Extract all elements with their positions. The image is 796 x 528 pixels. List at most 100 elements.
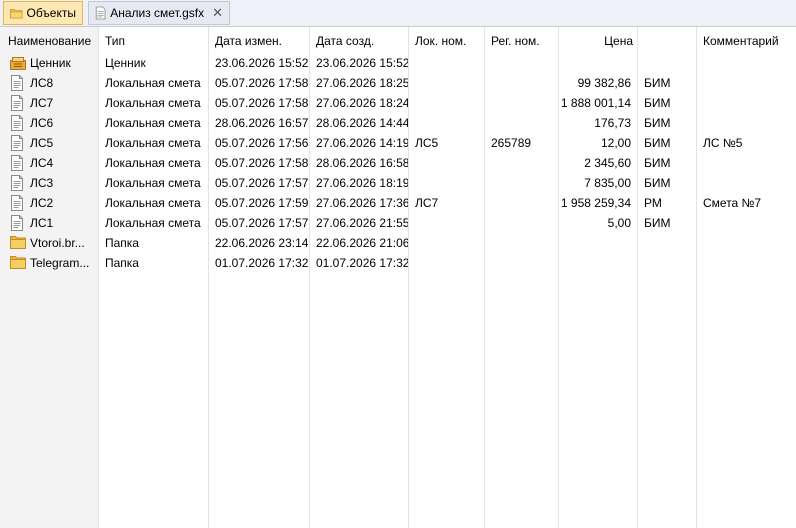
table-row[interactable]: ЛС5 Локальная смета 05.07.2026 17:56 27.06.… [0, 133, 796, 153]
cell-price: 176,73 [594, 116, 631, 130]
document-icon [10, 115, 26, 131]
cell-reg-num [484, 193, 558, 213]
close-icon[interactable]: ✕ [212, 5, 223, 21]
row-name-label: ЛС7 [30, 96, 54, 110]
cell-loc-num [408, 113, 484, 133]
cell-modified: 05.07.2026 17:57 [215, 216, 309, 230]
table-row[interactable]: ЛС3 Локальная смета 05.07.2026 17:57 27.06.… [0, 173, 796, 193]
table-row[interactable]: ЛС2 Локальная смета 05.07.2026 17:59 27.06.… [0, 193, 796, 213]
cell-loc-num [408, 93, 484, 113]
cell-type: Локальная смета [105, 136, 201, 150]
cell-modified: 22.06.2026 23:14 [215, 236, 309, 250]
cell-created: 27.06.2026 18:25 [316, 76, 408, 90]
cell-name: ЛС5 [0, 133, 98, 153]
cell-name: Vtoroi.br... [0, 233, 98, 253]
cell-reg-num [484, 173, 558, 193]
cell-name: Telegram... [0, 253, 98, 273]
cell-type: Ценник [105, 56, 146, 70]
row-name-label: ЛС5 [30, 136, 54, 150]
cell-comment [696, 93, 796, 113]
cell-loc-num [408, 53, 484, 73]
row-name-label: ЛС6 [30, 116, 54, 130]
cell-unit [637, 233, 696, 253]
cell-modified: 05.07.2026 17:58 [215, 156, 309, 170]
column-header-unit[interactable] [637, 27, 696, 53]
document-icon [10, 135, 26, 151]
column-header-name[interactable]: ﹀ Наименование [0, 27, 98, 53]
cell-unit [637, 53, 696, 73]
cell-loc-num [408, 173, 484, 193]
cell-created: 27.06.2026 18:19 [316, 176, 408, 190]
table-row[interactable]: ЛС8 Локальная смета 05.07.2026 17:58 27.06.… [0, 73, 796, 93]
row-name-label: Telegram... [30, 256, 90, 270]
cell-comment [696, 53, 796, 73]
column-header-name-label: Наименование [8, 34, 92, 48]
row-name-label: ЛС1 [30, 216, 54, 230]
cell-unit: БИМ [644, 116, 671, 130]
cell-comment: ЛС №5 [703, 136, 743, 150]
cell-created: 22.06.2026 21:06 [316, 236, 408, 250]
cell-loc-num [408, 73, 484, 93]
document-icon [95, 6, 106, 20]
cell-type: Локальная смета [105, 196, 201, 210]
cell-name: ЛС7 [0, 93, 98, 113]
cell-loc-num [408, 253, 484, 273]
cell-reg-num [484, 153, 558, 173]
cell-reg-num [484, 113, 558, 133]
cell-modified: 01.07.2026 17:32 [215, 256, 309, 270]
cell-reg-num: 265789 [491, 136, 532, 150]
cell-created: 27.06.2026 17:36 [316, 196, 408, 210]
cell-name: ЛС1 [0, 213, 98, 233]
tab-objects[interactable]: Объекты [3, 1, 83, 25]
cell-unit: БИМ [644, 156, 671, 170]
price-list-icon [10, 55, 26, 71]
cell-modified: 23.06.2026 15:52 [215, 56, 309, 70]
tab-bar: Объекты Анализ смет.gsfx ✕ [0, 0, 796, 27]
row-name-label: Ценник [30, 56, 71, 70]
cell-type: Локальная смета [105, 216, 201, 230]
cell-type: Локальная смета [105, 176, 201, 190]
table-row[interactable]: Telegram... Папка 01.07.2026 17:32 01.07.20… [0, 253, 796, 273]
cell-unit: БИМ [644, 136, 671, 150]
cell-created: 27.06.2026 18:24 [316, 96, 408, 110]
document-icon [10, 175, 26, 191]
cell-modified: 28.06.2026 16:57 [215, 116, 309, 130]
cell-name: ЛС3 [0, 173, 98, 193]
column-header-type[interactable]: Тип [98, 27, 208, 53]
table-row[interactable]: Ценник Ценник 23.06.2026 15:52 23.06.2026 1… [0, 53, 796, 73]
cell-price: 12,00 [600, 136, 631, 150]
cell-reg-num [484, 53, 558, 73]
cell-price: 2 345,60 [584, 156, 631, 170]
cell-modified: 05.07.2026 17:57 [215, 176, 309, 190]
cell-unit [637, 253, 696, 273]
cell-modified: 05.07.2026 17:56 [215, 136, 309, 150]
document-icon [10, 155, 26, 171]
cell-price: 1 958 259,34 [560, 196, 631, 210]
table-row[interactable]: ЛС1 Локальная смета 05.07.2026 17:57 27.06.… [0, 213, 796, 233]
column-header-price[interactable]: Цена [558, 27, 637, 53]
cell-comment: Смета №7 [703, 196, 762, 210]
column-header-loc-num[interactable]: Лок. ном. [408, 27, 484, 53]
document-icon [10, 95, 26, 111]
tab-analysis-file[interactable]: Анализ смет.gsfx ✕ [88, 1, 230, 25]
cell-unit: РМ [644, 196, 662, 210]
cell-unit: БИМ [644, 176, 671, 190]
table-row[interactable]: ЛС6 Локальная смета 28.06.2026 16:57 28.06.… [0, 113, 796, 133]
column-header-reg-num[interactable]: Рег. ном. [484, 27, 558, 53]
row-name-label: ЛС3 [30, 176, 54, 190]
cell-loc-num [408, 213, 484, 233]
row-name-label: ЛС8 [30, 76, 54, 90]
column-header-comment[interactable]: Комментарий [696, 27, 796, 53]
cell-reg-num [484, 93, 558, 113]
table-row[interactable]: Vtoroi.br... Папка 22.06.2026 23:14 22.06.2… [0, 233, 796, 253]
cell-reg-num [484, 233, 558, 253]
cell-modified: 05.07.2026 17:58 [215, 96, 309, 110]
cell-modified: 05.07.2026 17:59 [215, 196, 309, 210]
column-header-created[interactable]: Дата созд. [309, 27, 408, 53]
table-row[interactable]: ЛС7 Локальная смета 05.07.2026 17:58 27.06.… [0, 93, 796, 113]
table-row[interactable]: ЛС4 Локальная смета 05.07.2026 17:58 28.06.… [0, 153, 796, 173]
cell-comment [696, 233, 796, 253]
column-header-modified[interactable]: Дата измен. [208, 27, 309, 53]
sort-chevron-icon: ﹀ [44, 27, 54, 32]
cell-type: Локальная смета [105, 156, 201, 170]
